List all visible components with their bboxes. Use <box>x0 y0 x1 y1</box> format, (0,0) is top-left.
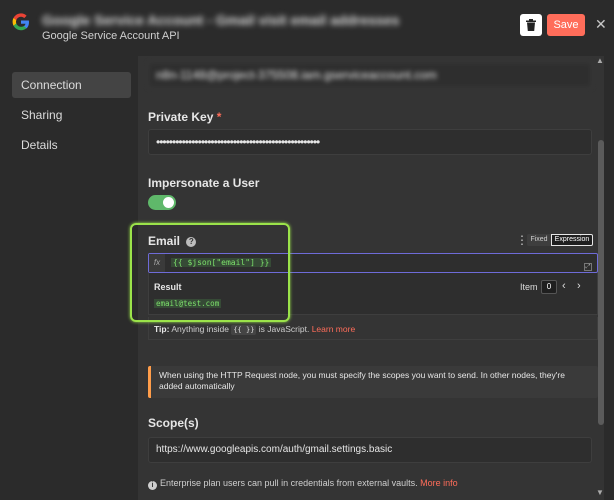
enterprise-text: Enterprise plan users can pull in creden… <box>160 478 418 488</box>
next-item-icon[interactable]: › <box>577 280 581 292</box>
credential-type-subtitle: Google Service Account API <box>42 30 180 42</box>
trash-icon <box>526 19 536 31</box>
scroll-up-arrow-icon[interactable]: ▲ <box>596 56 604 65</box>
toggle-knob <box>163 197 174 208</box>
google-logo-icon <box>12 13 29 31</box>
item-index-input[interactable]: 0 <box>541 280 557 294</box>
tip-suffix: is JavaScript. <box>256 324 312 334</box>
previous-item-icon[interactable]: ‹ <box>562 280 566 292</box>
info-icon: i <box>148 481 157 490</box>
modal-header: Google Service Account - Gmail visit ema… <box>0 0 614 56</box>
tab-expression[interactable]: Expression <box>551 234 593 246</box>
private-key-input[interactable]: ••••••••••••••••••••••••••••••••••••••••… <box>148 129 592 155</box>
save-button[interactable]: Save <box>547 14 585 36</box>
scrollbar-thumb[interactable] <box>598 140 604 425</box>
scopes-notice: When using the HTTP Request node, you mu… <box>148 366 598 398</box>
delete-button[interactable] <box>520 14 542 36</box>
credential-title[interactable]: Google Service Account - Gmail visit ema… <box>42 12 399 28</box>
sidebar-item-connection[interactable]: Connection <box>12 72 131 98</box>
required-marker: * <box>216 110 222 124</box>
scroll-down-arrow-icon[interactable]: ▼ <box>596 488 604 497</box>
private-key-label: Private Key * <box>148 110 221 124</box>
tip-code: {{ }} <box>231 325 257 335</box>
sidebar-item-details[interactable]: Details <box>12 132 131 158</box>
enterprise-info: i Enterprise plan users can pull in crede… <box>148 478 458 490</box>
highlight-annotation <box>130 223 290 322</box>
impersonate-toggle[interactable] <box>148 195 176 210</box>
scopes-input[interactable]: https://www.googleapis.com/auth/gmail.se… <box>148 437 592 463</box>
expand-expression-icon[interactable]: ⤢ <box>584 263 592 271</box>
private-key-label-text: Private Key <box>148 110 214 124</box>
more-info-link[interactable]: More info <box>420 478 458 488</box>
impersonate-label: Impersonate a User <box>148 176 260 190</box>
tip-text: Tip: Anything inside {{ }} is JavaScript… <box>154 324 355 335</box>
service-account-email-input[interactable]: n8n-1148@project-375508.iam.gserviceacco… <box>148 62 592 88</box>
tip-body: Anything inside <box>169 324 232 334</box>
close-icon[interactable]: ✕ <box>595 17 609 31</box>
sidebar-item-sharing[interactable]: Sharing <box>12 102 131 128</box>
item-label: Item <box>520 282 538 292</box>
tip-prefix: Tip: <box>154 324 170 334</box>
scopes-label: Scope(s) <box>148 416 199 430</box>
tab-fixed[interactable]: Fixed <box>527 234 551 246</box>
learn-more-link[interactable]: Learn more <box>312 324 355 334</box>
